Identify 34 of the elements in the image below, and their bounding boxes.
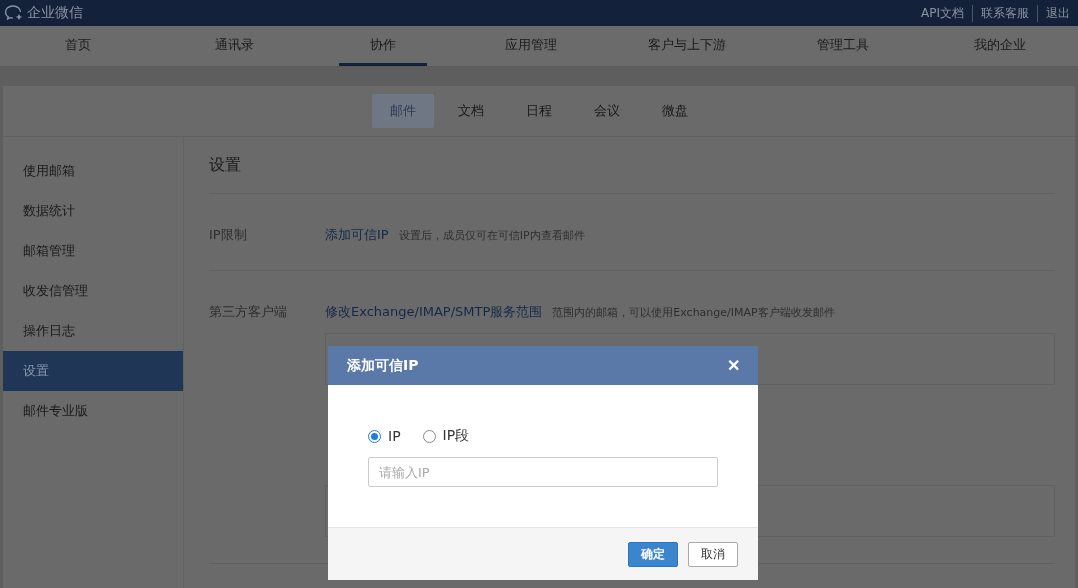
- sub-tab[interactable]: 邮件: [372, 94, 434, 128]
- nav-tab[interactable]: 管理工具: [765, 26, 922, 66]
- cancel-button[interactable]: 取消: [688, 541, 738, 567]
- dialog-title: 添加可信IP: [347, 356, 419, 375]
- nav-tab[interactable]: 协作: [338, 26, 427, 66]
- header-link[interactable]: API文档: [913, 4, 972, 22]
- ip-input-field[interactable]: 请输入IP: [368, 457, 718, 487]
- page-title: 设置: [209, 137, 1055, 194]
- setting-link[interactable]: 添加可信IP: [325, 226, 389, 244]
- confirm-button[interactable]: 确定: [628, 541, 678, 567]
- sidebar-item[interactable]: 数据统计: [3, 191, 183, 231]
- nav-tab[interactable]: 客户与上下游: [609, 26, 766, 66]
- header-link[interactable]: 联系客服: [972, 4, 1037, 22]
- nav-tab[interactable]: 首页: [0, 26, 157, 66]
- logo-text: 企业微信: [27, 4, 83, 22]
- nav-tab[interactable]: 应用管理: [452, 26, 609, 66]
- sub-tab[interactable]: 日程: [508, 94, 570, 128]
- sidebar-item[interactable]: 操作日志: [3, 311, 183, 351]
- nav-tab[interactable]: 我的企业: [921, 26, 1078, 66]
- sub-tab[interactable]: 文档: [440, 94, 502, 128]
- radio-option[interactable]: IP段: [422, 427, 470, 445]
- radio-option[interactable]: IP: [368, 427, 401, 445]
- nav-tab[interactable]: 通讯录: [156, 26, 313, 66]
- header-link[interactable]: 退出: [1037, 4, 1078, 22]
- sidebar-item[interactable]: 邮箱管理: [3, 231, 183, 271]
- sidebar-item[interactable]: 使用邮箱: [3, 151, 183, 191]
- sidebar-item[interactable]: 邮件专业版: [3, 391, 183, 431]
- sub-tab[interactable]: 微盘: [644, 94, 706, 128]
- sidebar-item[interactable]: 收发信管理: [3, 271, 183, 311]
- sub-tab[interactable]: 会议: [576, 94, 638, 128]
- setting-link[interactable]: 修改Exchange/IMAP/SMTP服务范围: [325, 303, 543, 321]
- close-button[interactable]: ✕: [727, 356, 740, 375]
- sidebar-item[interactable]: 设置: [3, 351, 183, 391]
- chat-bubble-icon: [4, 4, 24, 22]
